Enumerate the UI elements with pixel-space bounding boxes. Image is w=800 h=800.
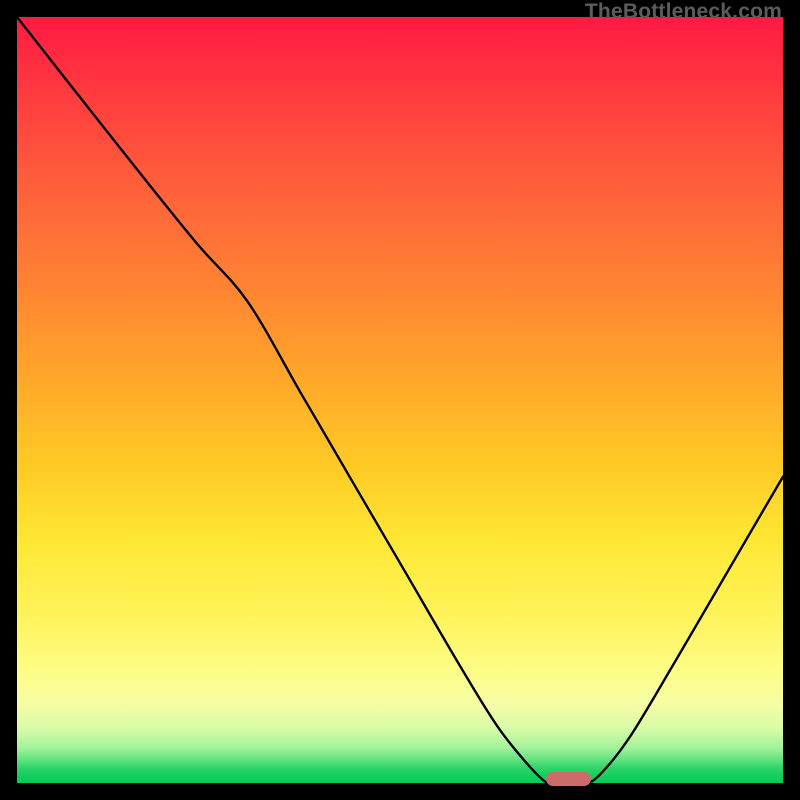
attribution-text: TheBottleneck.com [585, 0, 782, 24]
plot-area [17, 17, 783, 783]
bottleneck-curve [17, 17, 783, 783]
optimal-marker [546, 772, 592, 786]
chart-frame: TheBottleneck.com [0, 0, 800, 800]
